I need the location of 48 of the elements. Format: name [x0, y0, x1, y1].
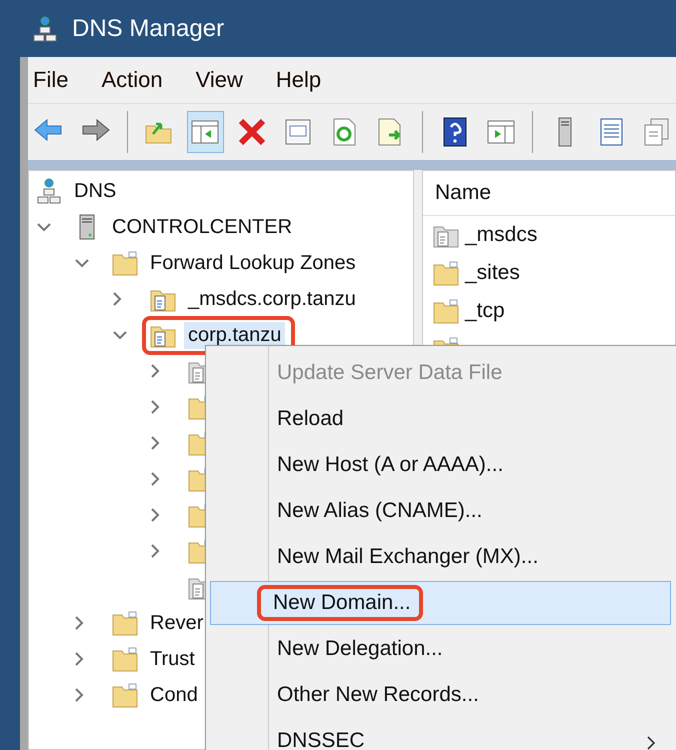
menu-option[interactable]: Reload: [210, 397, 671, 441]
chevron-right-icon[interactable]: [74, 687, 84, 703]
tree-item[interactable]: _msdcs.corp.tanzu: [184, 286, 360, 312]
list-item[interactable]: _msdcs: [465, 223, 538, 247]
chevron-down-icon[interactable]: [36, 222, 52, 232]
menu-option[interactable]: New Delegation...: [210, 627, 671, 671]
chevron-right-icon[interactable]: [150, 471, 160, 487]
chevron-right-icon[interactable]: [112, 291, 122, 307]
window-title: DNS Manager: [72, 14, 224, 42]
dns-server-icon: [32, 16, 58, 42]
chevron-right-icon[interactable]: [150, 363, 160, 379]
menu-option[interactable]: DNSSEC: [210, 719, 671, 750]
tree-item[interactable]: Forward Lookup Zones: [146, 250, 360, 276]
folder-icon: [112, 250, 138, 276]
highlight-frame: New Domain...: [257, 585, 423, 621]
folder-icon: [433, 298, 459, 324]
tree-item[interactable]: Trust: [146, 646, 199, 672]
menu-option: Update Server Data File: [210, 351, 671, 395]
menu-option[interactable]: New Mail Exchanger (MX)...: [210, 535, 671, 579]
tree-item[interactable]: DNS: [70, 178, 120, 204]
list-item[interactable]: _tcp: [465, 299, 505, 323]
menu-item[interactable]: View: [196, 67, 243, 93]
chevron-right-icon[interactable]: [150, 435, 160, 451]
menu-option[interactable]: New Alias (CNAME)...: [210, 489, 671, 533]
chevron-right-icon[interactable]: [150, 399, 160, 415]
menu-option[interactable]: New Host (A or AAAA)...: [210, 443, 671, 487]
menu-item[interactable]: Action: [101, 67, 163, 93]
menu-option[interactable]: New Domain...: [210, 581, 671, 625]
menu-option[interactable]: Other New Records...: [210, 673, 671, 717]
folder-icon: [433, 260, 459, 286]
folder-icon: [112, 682, 138, 708]
column-header[interactable]: Name: [423, 181, 492, 205]
chevron-right-icon[interactable]: [74, 615, 84, 631]
chevron-right-icon[interactable]: [74, 651, 84, 667]
tree-item[interactable]: CONTROLCENTER: [108, 214, 296, 240]
chevron-down-icon[interactable]: [74, 258, 90, 268]
dns-server-icon: [36, 178, 62, 204]
chevron-right-icon[interactable]: [150, 507, 160, 523]
chevron-down-icon[interactable]: [112, 330, 128, 340]
folder-icon: [112, 610, 138, 636]
folder-icon: [112, 646, 138, 672]
tree-item[interactable]: Rever: [146, 610, 208, 636]
menu-item[interactable]: Help: [276, 67, 322, 93]
tree-item[interactable]: corp.tanzu: [184, 322, 286, 348]
tree-item[interactable]: Cond: [146, 682, 202, 708]
chevron-right-icon[interactable]: [150, 543, 160, 559]
list-item[interactable]: _sites: [465, 261, 520, 285]
menu-item[interactable]: File: [33, 67, 68, 93]
